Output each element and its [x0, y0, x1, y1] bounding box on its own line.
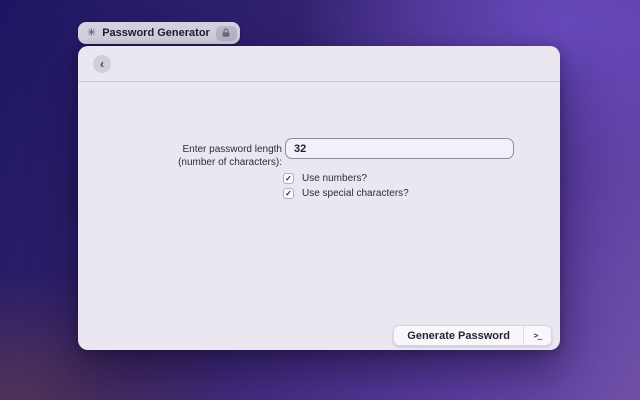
password-length-label: Enter password length (number of charact…: [170, 143, 282, 169]
generate-password-button[interactable]: Generate Password >_: [393, 325, 552, 346]
use-numbers-checkbox[interactable]: ✓: [283, 173, 294, 184]
password-length-input[interactable]: [285, 138, 514, 159]
generate-password-label: Generate Password: [394, 326, 523, 345]
window-header: ‹: [78, 46, 560, 82]
app-tab[interactable]: ✳ Password Generator: [78, 22, 240, 44]
app-window: ‹ Enter password length (number of chara…: [78, 46, 560, 350]
back-button[interactable]: ‹: [93, 55, 111, 73]
terminal-icon[interactable]: >_: [524, 326, 551, 345]
use-special-characters-checkbox[interactable]: ✓: [283, 188, 294, 199]
sparkle-icon: ✳: [87, 28, 96, 39]
use-special-characters-label: Use special characters?: [302, 188, 409, 199]
tab-title: Password Generator: [102, 27, 210, 39]
use-numbers-row[interactable]: ✓ Use numbers?: [283, 173, 367, 184]
chevron-left-icon: ‹: [100, 58, 104, 70]
lock-icon: [216, 26, 237, 41]
use-numbers-label: Use numbers?: [302, 173, 367, 184]
use-special-characters-row[interactable]: ✓ Use special characters?: [283, 188, 409, 199]
